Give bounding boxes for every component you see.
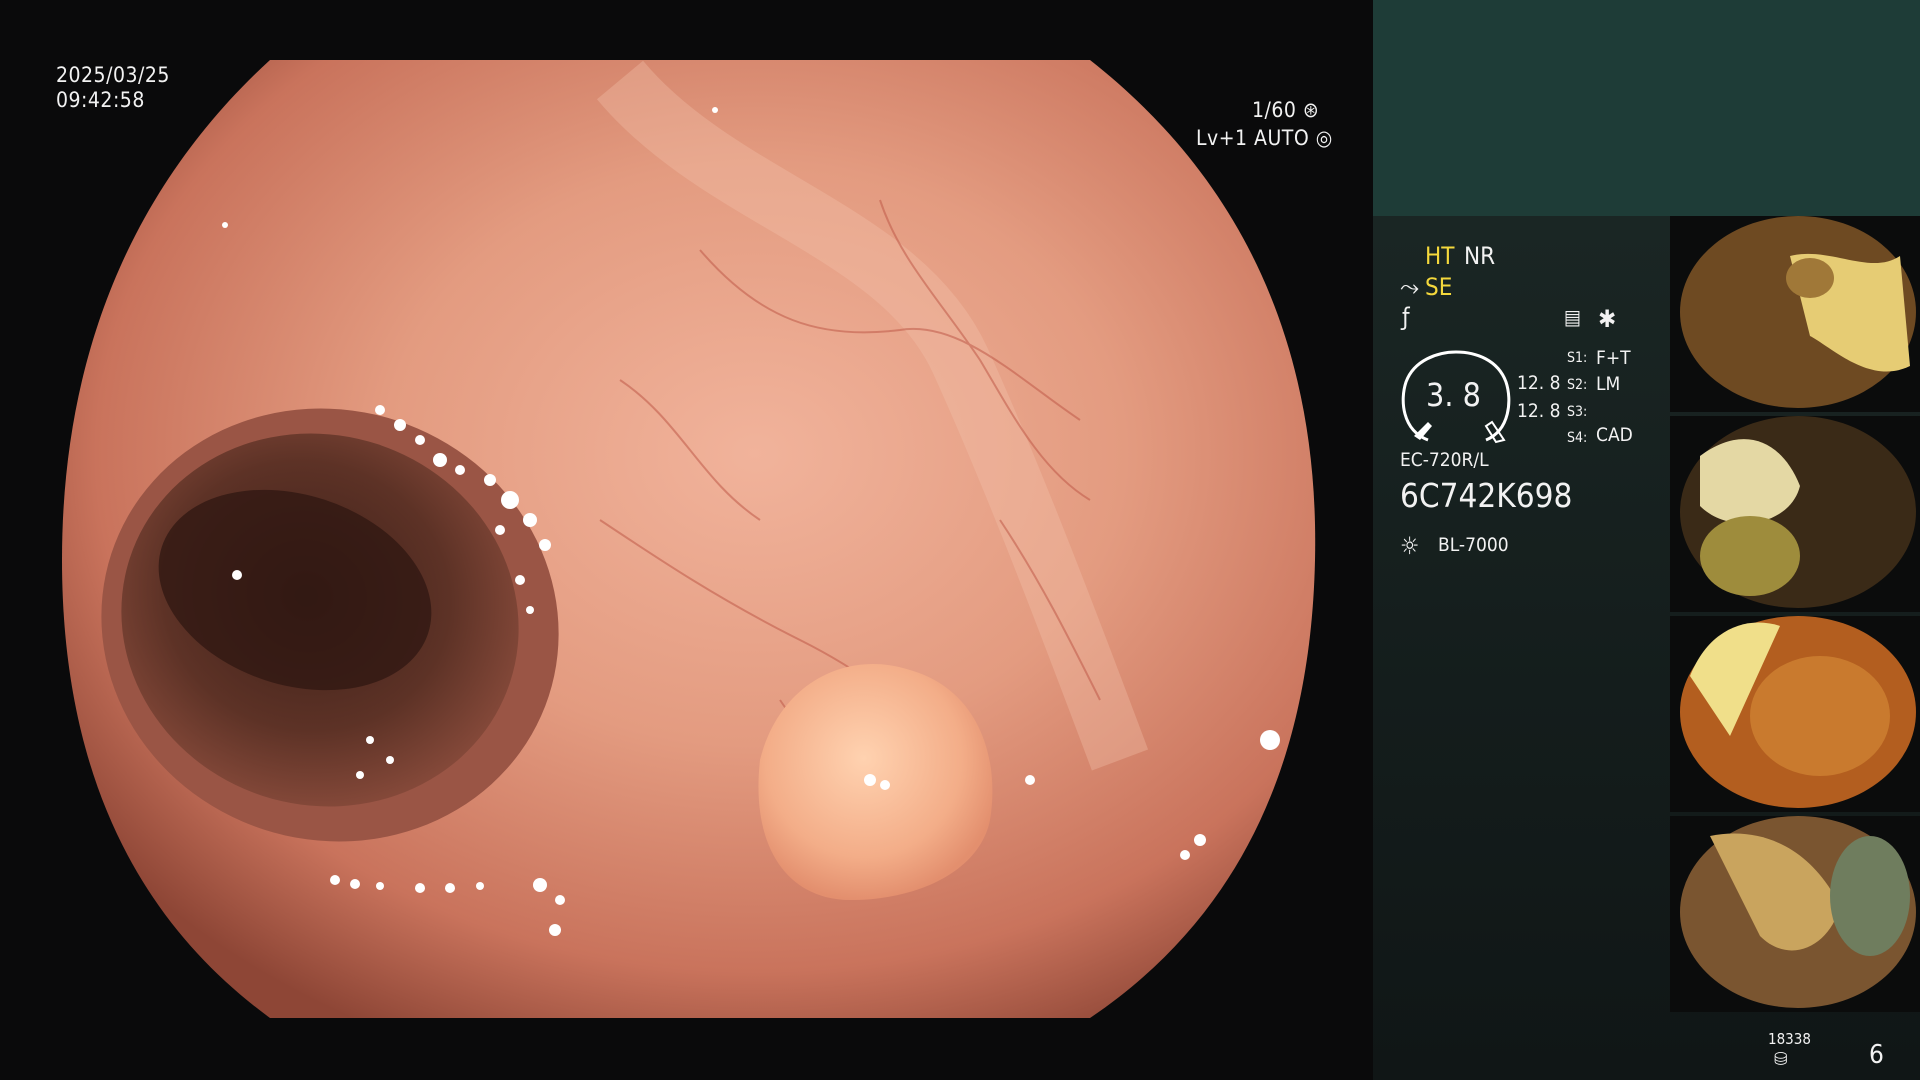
zoom-value: 3. 8 <box>1426 376 1481 414</box>
s2-key: S2: <box>1567 377 1588 393</box>
structure-enhance-icon: ⤳ <box>1400 273 1420 301</box>
endoscope-live-view: 2025/03/25 09:42:58 1/60 ⊛ Lv+1 AUTO ◎ <box>0 0 1373 1080</box>
date-text: 2025/03/25 <box>56 63 170 87</box>
scope-model: EC-720R/L <box>1400 449 1489 471</box>
record-icon: ▤ <box>1564 305 1582 329</box>
light-source-icon: ☼ <box>1400 532 1420 560</box>
enhancement-nr: NR <box>1464 242 1496 270</box>
shutter-icon: ⊛ <box>1302 98 1320 122</box>
capture-thumbnail-2[interactable] <box>1670 416 1920 612</box>
iris-readout: Lv+1 AUTO ◎ <box>1196 126 1333 150</box>
s3-key: S3: <box>1567 404 1588 420</box>
s1-value: F+T <box>1596 347 1631 369</box>
color-mode-icon: ƒ <box>1402 303 1410 331</box>
enhancement-ht: HT <box>1425 242 1455 270</box>
zoom-a: 12. 8 <box>1517 372 1561 394</box>
scope-serial: 6C742K698 <box>1400 476 1573 515</box>
storage-capacity: 18338 <box>1768 1030 1811 1048</box>
capture-count: 6 <box>1869 1040 1884 1070</box>
shutter-readout: 1/60 ⊛ <box>1252 98 1319 122</box>
zoom-b: 12. 8 <box>1517 400 1561 422</box>
s2-value: LM <box>1596 373 1621 395</box>
storage-icon: ⛁ <box>1774 1049 1788 1070</box>
light-source-model: BL-7000 <box>1438 534 1509 556</box>
s4-value: CAD <box>1596 424 1633 446</box>
capture-thumbnail-3[interactable] <box>1670 616 1920 812</box>
shutter-text: 1/60 <box>1252 98 1297 122</box>
level-text: Lv+1 <box>1196 126 1248 150</box>
endoscopic-image <box>62 60 1316 1018</box>
star-icon: ✱ <box>1598 305 1617 333</box>
s1-key: S1: <box>1567 350 1588 366</box>
capture-thumbnail-1[interactable] <box>1670 216 1920 412</box>
iris-mode-text: AUTO <box>1254 126 1310 150</box>
iris-icon: ◎ <box>1315 126 1333 150</box>
capture-datetime: 2025/03/25 09:42:58 <box>56 63 170 113</box>
capture-thumbnail-4[interactable] <box>1670 816 1920 1012</box>
s4-key: S4: <box>1567 430 1588 446</box>
time-text: 09:42:58 <box>56 88 145 112</box>
panel-header-area <box>1373 0 1920 216</box>
enhancement-se: SE <box>1425 273 1453 301</box>
